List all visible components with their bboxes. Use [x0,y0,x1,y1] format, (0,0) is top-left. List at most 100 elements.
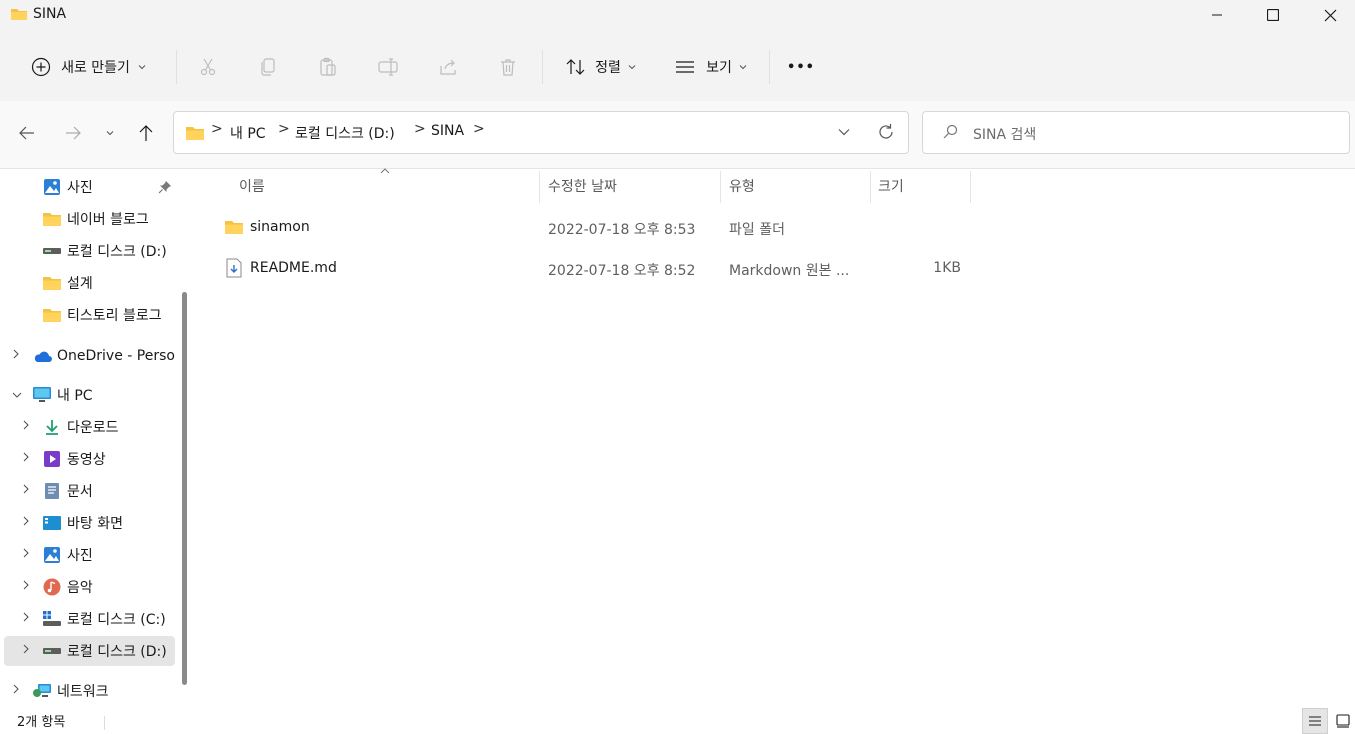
chevron-right-icon[interactable] [12,683,24,699]
download-icon [42,417,62,437]
close-icon [1324,9,1336,21]
sidebar-item-label: 설계 [67,276,93,292]
large-icons-view-button[interactable] [1330,708,1355,734]
desktop-icon [42,513,62,533]
paste-button[interactable] [308,47,348,87]
column-header-size[interactable]: 크기 [878,176,904,196]
sort-button-label: 정렬 [595,60,621,76]
breadcrumb-separator: > [414,121,426,137]
sidebar-item-videos[interactable]: 동영상 [4,444,175,474]
chevron-right-icon[interactable] [22,419,34,435]
system-drive-icon [42,609,62,629]
sidebar-item-desktop[interactable]: 바탕 화면 [4,508,175,538]
back-button[interactable] [12,118,42,148]
maximize-icon [1267,9,1279,21]
sort-ascending-icon [380,168,390,174]
sidebar-item-downloads[interactable]: 다운로드 [4,412,175,442]
file-modified: 2022-07-18 오후 8:53 [548,222,696,238]
sidebar-item-design[interactable]: 설계 [4,268,175,298]
breadcrumb-separator: > [473,121,485,137]
address-history-button[interactable] [832,120,856,144]
chevron-right-icon[interactable] [22,643,34,659]
sidebar-item-naver-blog[interactable]: 네이버 블로그 [4,204,175,234]
plus-circle-icon [31,57,51,77]
chevron-right-icon[interactable] [22,611,34,627]
documents-icon [42,481,62,501]
view-list-icon [676,61,695,73]
refresh-button[interactable] [874,120,898,144]
share-button[interactable] [428,47,468,87]
close-button[interactable] [1307,0,1353,30]
chevron-right-icon[interactable] [12,348,24,364]
column-divider[interactable] [870,171,871,203]
toolbar-divider [176,50,177,84]
sidebar-item-documents[interactable]: 문서 [4,476,175,506]
drive-icon [42,241,62,261]
delete-button[interactable] [488,47,528,87]
details-view-button[interactable] [1302,708,1328,734]
markdown-file-icon [226,258,242,278]
sort-button[interactable]: 정렬 [556,47,646,87]
sidebar-item-label: 내 PC [57,388,93,404]
column-divider[interactable] [720,171,721,203]
sidebar-item-network[interactable]: 네트워크 [4,676,175,706]
file-name[interactable]: sinamon [250,219,310,235]
breadcrumb-local-disk-d[interactable]: 로컬 디스크 (D:) [295,123,395,143]
status-bar [0,707,1355,734]
trash-icon [501,59,515,76]
column-divider[interactable] [970,171,971,203]
chevron-down-icon[interactable] [11,388,23,403]
sidebar-item-local-disk-d-quick[interactable]: 로컬 디스크 (D:) [4,236,175,266]
chevron-right-icon[interactable] [22,451,34,467]
recent-locations-button[interactable] [96,118,124,148]
folder-icon [11,9,27,20]
column-header-name[interactable]: 이름 [239,176,265,196]
divider [0,168,1355,169]
sidebar-item-local-disk-c[interactable]: 로컬 디스크 (C:) [4,604,175,634]
sidebar-item-pictures-pinned[interactable]: 사진 [4,172,175,202]
cut-button[interactable] [188,47,228,87]
sidebar-scrollbar[interactable] [182,292,187,685]
breadcrumb-my-pc[interactable]: 내 PC [230,123,266,143]
view-button[interactable]: 보기 [666,47,756,87]
search-placeholder: SINA 검색 [973,127,1037,143]
pc-icon [32,385,52,405]
window-title: SINA [33,6,67,22]
copy-button[interactable] [248,47,288,87]
sidebar-item-label: 로컬 디스크 (D:) [67,644,167,660]
sidebar-item-music[interactable]: 음악 [4,572,175,602]
pictures-icon [42,177,62,197]
more-options-button[interactable]: ••• [780,47,822,87]
sidebar-item-onedrive[interactable]: OneDrive - Personal [4,341,175,371]
new-button[interactable]: 새로 만들기 [18,47,160,87]
details-view-icon [1309,716,1321,726]
chevron-right-icon[interactable] [22,547,34,563]
column-header-type[interactable]: 유형 [729,176,755,196]
file-name[interactable]: README.md [250,260,337,276]
column-divider[interactable] [539,171,540,203]
share-icon [440,59,456,75]
title-bar[interactable] [0,0,1355,30]
minimize-button[interactable] [1194,0,1240,30]
chevron-right-icon[interactable] [22,483,34,499]
maximize-button[interactable] [1250,0,1296,30]
forward-button[interactable] [58,118,88,148]
network-icon [32,681,52,701]
sidebar-item-pictures[interactable]: 사진 [4,540,175,570]
toolbar-divider [542,50,543,84]
arrow-left-icon [19,126,34,140]
arrow-up-icon [139,125,153,141]
file-modified: 2022-07-18 오후 8:52 [548,263,696,279]
rename-icon [378,58,398,76]
chevron-right-icon[interactable] [22,515,34,531]
folder-icon [225,221,243,234]
sidebar-item-local-disk-d[interactable]: 로컬 디스크 (D:) [4,636,175,666]
folder-icon [42,273,62,293]
sidebar-item-my-pc[interactable]: 내 PC [4,380,175,410]
up-button[interactable] [131,118,161,148]
rename-button[interactable] [368,47,408,87]
column-header-modified[interactable]: 수정한 날짜 [548,176,617,196]
chevron-right-icon[interactable] [22,579,34,595]
breadcrumb-sina[interactable]: SINA [431,123,464,139]
sidebar-item-tistory-blog[interactable]: 티스토리 블로그 [4,300,175,330]
